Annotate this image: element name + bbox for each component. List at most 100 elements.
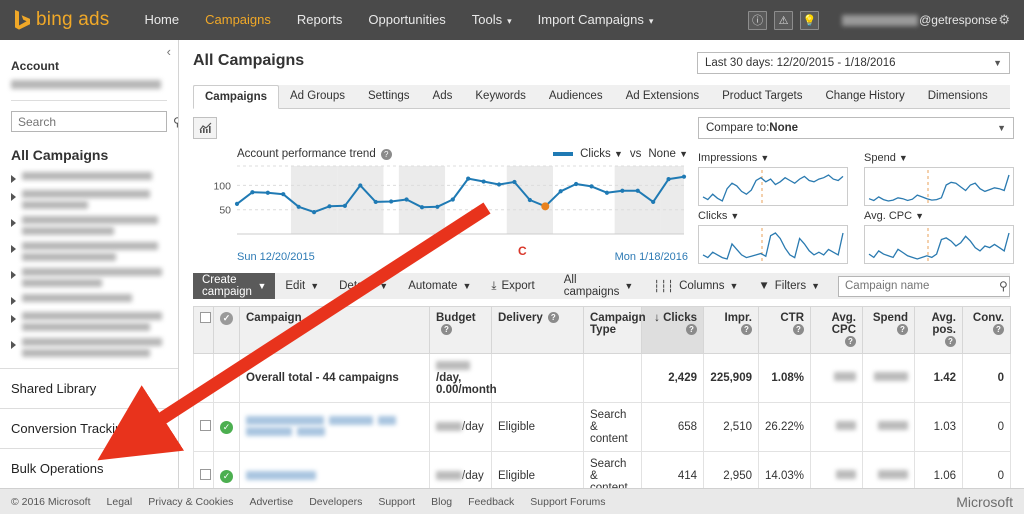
cell-checkbox[interactable] bbox=[193, 402, 214, 452]
table-row[interactable]: ✓ /day Eligible Search & content 658 2,510 26.… bbox=[193, 402, 1011, 452]
footer-link-support-forums[interactable]: Support Forums bbox=[530, 496, 605, 508]
help-icon[interactable]: ? bbox=[380, 148, 392, 160]
status-header-icon[interactable]: ✓ bbox=[220, 312, 233, 325]
cell-status[interactable]: ✓ bbox=[213, 451, 240, 488]
sidebar-item-shared-library[interactable]: Shared Library bbox=[0, 368, 178, 408]
sparkline-label-selector[interactable]: Clicks ▼ bbox=[698, 210, 848, 222]
cell-status[interactable]: ✓ bbox=[213, 402, 240, 452]
search-input[interactable] bbox=[18, 114, 173, 129]
info-icon[interactable]: ⓘ bbox=[748, 10, 768, 30]
footer-link-blog[interactable]: Blog bbox=[431, 496, 452, 508]
tab-keywords[interactable]: Keywords bbox=[464, 85, 538, 108]
tab-ad-extensions[interactable]: Ad Extensions bbox=[615, 85, 712, 108]
table-header-status[interactable]: ✓ bbox=[213, 306, 240, 354]
legend-compare-selector[interactable]: None ▼ bbox=[648, 148, 688, 160]
expand-triangle-icon[interactable] bbox=[11, 175, 16, 183]
help-icon[interactable]: ? bbox=[686, 324, 697, 336]
help-icon[interactable]: ? bbox=[441, 324, 452, 336]
chart-svg[interactable]: 50 100 bbox=[193, 160, 688, 252]
tree-item[interactable] bbox=[11, 216, 178, 235]
table-header-delivery[interactable]: Delivery? bbox=[491, 306, 584, 354]
tab-product-targets[interactable]: Product Targets bbox=[711, 85, 814, 108]
tree-item[interactable] bbox=[11, 242, 178, 261]
table-header-campaign[interactable]: Campaign bbox=[239, 306, 430, 354]
date-range-selector[interactable]: Last 30 days: 12/20/2015 - 1/18/2016 ▼ bbox=[697, 52, 1010, 74]
tab-ads[interactable]: Ads bbox=[422, 85, 465, 108]
tree-item[interactable] bbox=[11, 172, 178, 183]
expand-triangle-icon[interactable] bbox=[11, 315, 16, 323]
create-campaign-button[interactable]: Create campaign ▼ bbox=[193, 273, 276, 299]
cell-budget[interactable]: /day bbox=[429, 402, 492, 452]
table-header-checkbox[interactable] bbox=[193, 306, 214, 354]
tab-change-history[interactable]: Change History bbox=[814, 85, 916, 108]
tree-item[interactable] bbox=[11, 338, 178, 357]
footer-link-privacy-cookies[interactable]: Privacy & Cookies bbox=[148, 496, 233, 508]
help-icon[interactable]: ? bbox=[945, 336, 956, 348]
tree-item[interactable] bbox=[11, 190, 178, 209]
sparkline-label-selector[interactable]: Spend ▼ bbox=[864, 152, 1014, 164]
expand-triangle-icon[interactable] bbox=[11, 245, 16, 253]
sparkline-label-selector[interactable]: Impressions ▼ bbox=[698, 152, 848, 164]
help-icon[interactable]: ? bbox=[547, 312, 559, 324]
bing-ads-logo[interactable]: bing ads bbox=[14, 9, 109, 31]
tree-item[interactable] bbox=[11, 294, 178, 305]
row-checkbox[interactable] bbox=[200, 420, 211, 431]
nav-link-campaigns[interactable]: Campaigns bbox=[192, 0, 284, 41]
export-button[interactable]: ⤓ Export bbox=[481, 273, 544, 299]
sidebar-item-bulk-operations[interactable]: Bulk Operations bbox=[0, 448, 178, 488]
cell-budget[interactable]: /day bbox=[429, 451, 492, 488]
table-header-budget[interactable]: Budget? bbox=[429, 306, 492, 354]
footer-link-legal[interactable]: Legal bbox=[107, 496, 133, 508]
all-campaigns-filter-button[interactable]: All campaigns ▼ bbox=[554, 273, 644, 299]
help-icon[interactable]: ? bbox=[845, 336, 856, 348]
sparkline-canvas[interactable] bbox=[864, 167, 1014, 206]
search-input-wrap[interactable]: ⚲ bbox=[11, 111, 178, 132]
nav-link-import-campaigns[interactable]: Import Campaigns ▾ bbox=[525, 0, 667, 41]
tree-item[interactable] bbox=[11, 268, 178, 287]
footer-link-advertise[interactable]: Advertise bbox=[249, 496, 293, 508]
chart-toggle-button[interactable] bbox=[193, 117, 217, 139]
table-header-conv[interactable]: Conv.? bbox=[962, 306, 1011, 354]
expand-triangle-icon[interactable] bbox=[11, 193, 16, 201]
table-header-impr[interactable]: Impr.? bbox=[703, 306, 759, 354]
table-header-cpc[interactable]: Avg. CPC? bbox=[810, 306, 863, 354]
cell-campaign-name[interactable] bbox=[239, 451, 430, 488]
table-header-pos[interactable]: Avg. pos.? bbox=[914, 306, 963, 354]
select-all-checkbox[interactable] bbox=[200, 312, 211, 323]
tab-settings[interactable]: Settings bbox=[357, 85, 422, 108]
automate-button[interactable]: Automate ▼ bbox=[398, 273, 481, 299]
row-checkbox[interactable] bbox=[200, 469, 211, 480]
columns-button[interactable]: ┆┆┆ Columns ▼ bbox=[643, 273, 748, 299]
sidebar-item-conversion-tracking[interactable]: Conversion Tracking bbox=[0, 408, 178, 448]
table-header-type[interactable]: Campaign Type bbox=[583, 306, 646, 354]
expand-triangle-icon[interactable] bbox=[11, 271, 16, 279]
expand-triangle-icon[interactable] bbox=[11, 219, 16, 227]
tab-audiences[interactable]: Audiences bbox=[538, 85, 615, 108]
nav-link-reports[interactable]: Reports bbox=[284, 0, 356, 41]
footer-link-feedback[interactable]: Feedback bbox=[468, 496, 514, 508]
sparkline-canvas[interactable] bbox=[864, 225, 1014, 264]
tab-campaigns[interactable]: Campaigns bbox=[193, 85, 279, 109]
tab-dimensions[interactable]: Dimensions bbox=[917, 85, 1000, 108]
sparkline-canvas[interactable] bbox=[698, 225, 848, 264]
nav-link-home[interactable]: Home bbox=[131, 0, 192, 41]
help-icon[interactable]: ? bbox=[993, 324, 1004, 336]
sidebar-collapse-icon[interactable]: ‹ bbox=[167, 44, 171, 59]
alert-icon[interactable]: ⚠ bbox=[774, 10, 794, 30]
gear-icon[interactable]: ⚙ bbox=[998, 12, 1010, 28]
campaign-name-input[interactable] bbox=[845, 280, 999, 292]
tab-ad-groups[interactable]: Ad Groups bbox=[279, 85, 357, 108]
help-icon[interactable]: ? bbox=[897, 324, 908, 336]
footer-link-support[interactable]: Support bbox=[378, 496, 415, 508]
filters-button[interactable]: ▼ Filters ▼ bbox=[748, 273, 830, 299]
details-button[interactable]: Details ▼ bbox=[329, 273, 398, 299]
table-header-clicks[interactable]: ↓ Clicks? bbox=[641, 306, 704, 354]
compare-to-selector[interactable]: Compare to: None ▼ bbox=[698, 117, 1014, 139]
tree-item[interactable] bbox=[11, 312, 178, 331]
cell-checkbox[interactable] bbox=[193, 451, 214, 488]
table-row[interactable]: ✓ /day Eligible Search & content 414 2,950 14.… bbox=[193, 451, 1011, 488]
help-icon[interactable]: ? bbox=[793, 324, 804, 336]
cell-campaign-name[interactable] bbox=[239, 402, 430, 452]
footer-link-developers[interactable]: Developers bbox=[309, 496, 362, 508]
search-icon[interactable]: ⚲ bbox=[999, 279, 1008, 293]
